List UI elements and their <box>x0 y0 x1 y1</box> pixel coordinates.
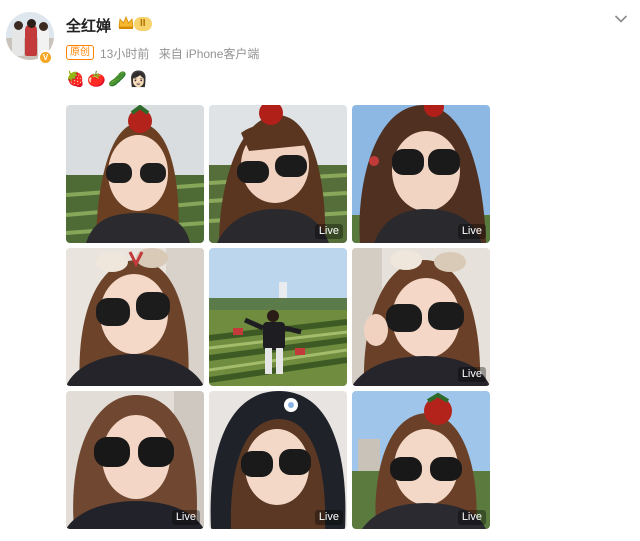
username[interactable]: 全红婵 <box>66 15 111 36</box>
photo-8[interactable]: Live <box>209 391 347 529</box>
post-time[interactable]: 13小时前 <box>100 47 149 61</box>
live-badge: Live <box>171 510 200 525</box>
live-badge: Live <box>457 510 486 525</box>
photo-6[interactable]: Live <box>352 248 490 386</box>
woman-emoji: 👩🏻 <box>129 71 148 88</box>
post-meta: 13小时前 来自 iPhone客户端 <box>100 45 265 62</box>
photo-1[interactable] <box>66 105 204 243</box>
photo-7[interactable]: Live <box>66 391 204 529</box>
photo-5[interactable] <box>209 248 347 386</box>
cucumber-emoji: 🥒 <box>108 71 127 88</box>
live-badge: Live <box>314 224 343 239</box>
tomato-emoji: 🍅 <box>87 71 106 88</box>
crown-icon <box>118 15 134 29</box>
chevron-down-icon[interactable] <box>614 14 628 24</box>
live-badge: Live <box>457 224 486 239</box>
photo-9[interactable]: Live <box>352 391 490 529</box>
verified-badge-icon: V <box>38 50 53 65</box>
strawberry-emoji: 🍓 <box>66 71 85 88</box>
post-text: 🍓 🍅 🥒 👩🏻 <box>66 71 148 93</box>
photo-grid: Live Live Live Live Live Live <box>66 105 492 531</box>
member-level-badge[interactable]: II <box>134 17 152 31</box>
post-source: 来自 iPhone客户端 <box>158 47 260 61</box>
live-badge: Live <box>457 367 486 382</box>
photo-3[interactable]: Live <box>352 105 490 243</box>
live-badge: Live <box>314 510 343 525</box>
original-tag: 原创 <box>66 45 94 60</box>
photo-4[interactable] <box>66 248 204 386</box>
photo-2[interactable]: Live <box>209 105 347 243</box>
weibo-post: V 全红婵 II 原创 13小时前 来自 iPhone客户端 🍓 🍅 🥒 👩🏻 <box>0 0 640 541</box>
